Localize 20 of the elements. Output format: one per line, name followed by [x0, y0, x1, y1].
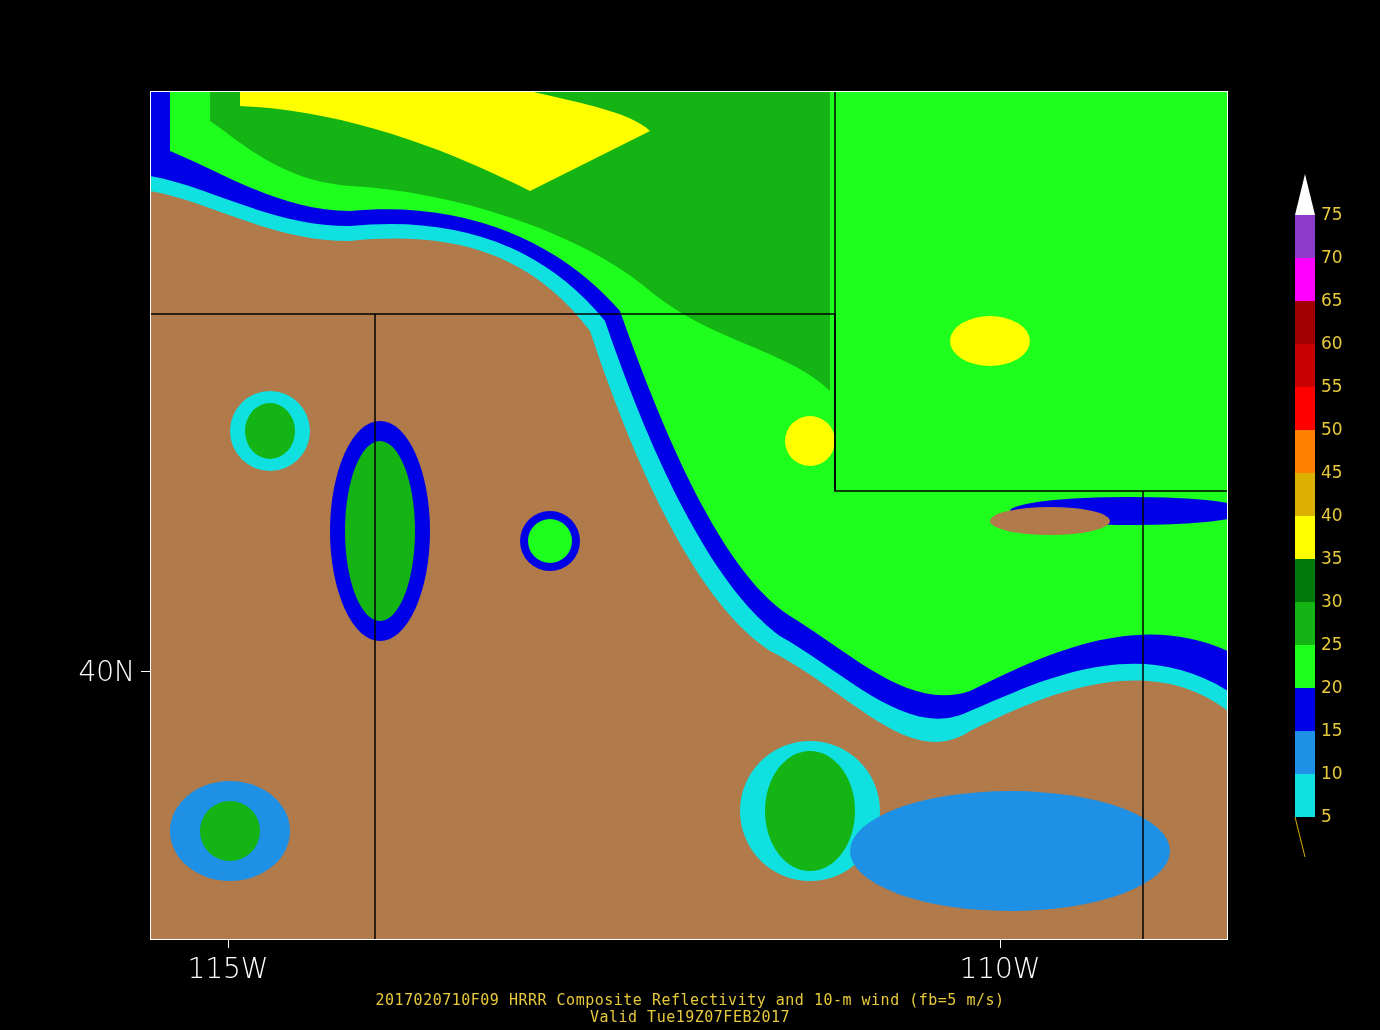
scale-label: 60 [1321, 332, 1343, 355]
scale-label: 35 [1321, 547, 1343, 570]
scale-label: 40 [1321, 504, 1343, 527]
scale-label: 75 [1321, 203, 1343, 226]
scale-label: 10 [1321, 762, 1343, 785]
axis-label: 115W [187, 952, 269, 986]
scale-label: 50 [1321, 418, 1343, 441]
scale-label: 70 [1321, 246, 1343, 269]
scale-label: 20 [1321, 676, 1343, 699]
scale-label: 30 [1321, 590, 1343, 613]
axis-label: 40N [78, 655, 135, 688]
scale-label: 5 [1321, 805, 1333, 828]
scale-label: 55 [1321, 375, 1343, 398]
plot-title: 2017020710F09 HRRR Composite Reflectivity and 10-m wind (fb=5 m/s) [375, 992, 1005, 1009]
axis-label: 110W [959, 952, 1041, 986]
plot-subtitle: Valid Tue19Z07FEB2017 [589, 1009, 791, 1026]
scale-label: 45 [1321, 461, 1343, 484]
scale-label: 25 [1321, 633, 1343, 656]
scale-label: 15 [1321, 719, 1343, 742]
scale-label: 65 [1321, 289, 1343, 312]
